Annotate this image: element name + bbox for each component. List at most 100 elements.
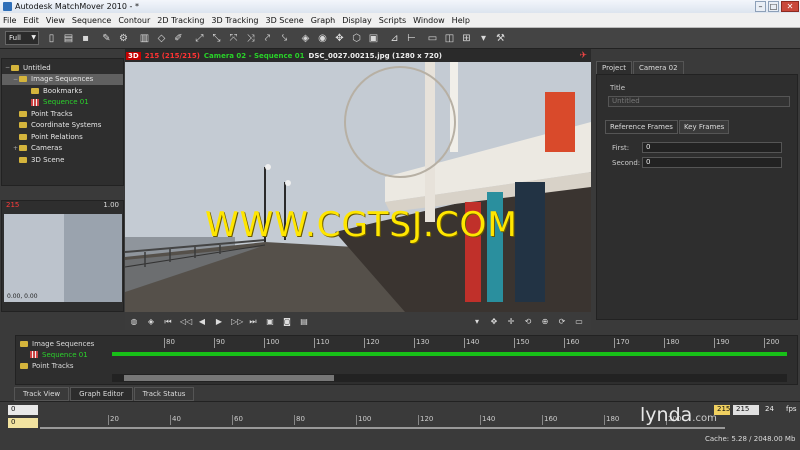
globe-icon[interactable]: ◍ [129,316,139,327]
tab-track-status[interactable]: Track Status [133,387,195,401]
menu-3d-scene[interactable]: 3D Scene [266,16,304,25]
menu-bar: File Edit View Sequence Contour 2D Track… [0,13,800,28]
capture-icon[interactable]: ▣ [265,316,275,327]
timeline-scrollbar[interactable] [112,374,787,382]
tab-project[interactable]: Project [596,61,632,74]
tree-item-point-relations[interactable]: Point Relations [2,131,123,143]
zoom-view-canvas[interactable]: 0.00, 0.00 [4,214,122,302]
range-bar[interactable] [40,427,725,429]
layout-split-icon[interactable]: ◫ [443,32,456,45]
tree-item-3d-scene[interactable]: 3D Scene [2,154,123,166]
timeline-item-point-tracks[interactable]: Point Tracks [16,360,109,371]
pencil-icon[interactable]: ✐ [172,32,185,45]
second-field[interactable]: 0 [642,157,782,168]
camera-view-icon[interactable]: ◈ [146,316,156,327]
close-button[interactable]: ✕ [781,1,799,12]
sequence-track-bar[interactable] [112,352,787,356]
pan-icon[interactable]: ✛ [506,316,516,327]
3d-badge[interactable]: 3D [126,51,141,60]
collapse-icon[interactable]: − [4,64,11,71]
timeline-item-image-sequences[interactable]: Image Sequences [16,338,109,349]
tree-item-cameras[interactable]: + Cameras [2,143,123,155]
tree-item-point-tracks[interactable]: Point Tracks [2,108,123,120]
tab-graph-editor[interactable]: Graph Editor [70,387,133,401]
layout-menu-icon[interactable]: ▾ [477,32,490,45]
wrench-icon[interactable]: ⚒ [494,32,507,45]
pin-icon[interactable]: ✈ [579,51,587,61]
refresh-icon[interactable]: ⟳ [557,316,567,327]
menu-display[interactable]: Display [342,16,372,25]
timeline-item-sequence-01[interactable]: Sequence 01 [16,349,109,360]
menu-file[interactable]: File [3,16,16,25]
solve-refine-icon[interactable]: ◉ [316,32,329,45]
play-back-icon[interactable]: ◀ [197,316,207,327]
menu-help[interactable]: Help [452,16,470,25]
fit-icon[interactable]: ▭ [574,316,584,327]
track-both-icon[interactable]: ⤧ [227,32,240,45]
track-forward-icon[interactable]: ⤢ [193,32,206,45]
ruler-icon[interactable]: ⊿ [388,32,401,45]
next-key-icon[interactable]: ▷▷ [231,316,243,327]
filmstrip-icon[interactable]: ▥ [138,32,151,45]
menu-edit[interactable]: Edit [23,16,39,25]
tree-item-sequence-01[interactable]: Sequence 01 [2,97,123,109]
track-extend-icon[interactable]: ⤤ [261,32,274,45]
zoom-icon[interactable]: ⊕ [540,316,550,327]
menu-scripts[interactable]: Scripts [379,16,406,25]
tree-item-coordinate-systems[interactable]: Coordinate Systems [2,120,123,132]
layout-quad-icon[interactable]: ⊞ [460,32,473,45]
first-field[interactable]: 0 [642,142,782,153]
tree-item-untitled[interactable]: − Untitled [2,62,123,74]
last-frame-icon[interactable]: ⏭ [248,316,258,327]
layout-single-icon[interactable]: ▭ [426,32,439,45]
menu-2d-tracking[interactable]: 2D Tracking [157,16,204,25]
maximize-button[interactable]: □ [768,1,779,12]
range-start-field[interactable]: 0 [8,405,38,415]
title-field[interactable]: Untitled [608,96,790,107]
move-icon[interactable]: ✥ [489,316,499,327]
prev-key-icon[interactable]: ◁◁ [180,316,192,327]
snapshot-icon[interactable]: ◙ [282,316,292,327]
play-icon[interactable]: ▶ [214,316,224,327]
new-file-icon[interactable]: ▯ [45,32,58,45]
first-frame-icon[interactable]: ⏮ [163,316,173,327]
track-backward-icon[interactable]: ⤡ [210,32,223,45]
current-frame-field[interactable]: 215 [733,405,759,415]
menu-graph[interactable]: Graph [311,16,336,25]
range-ruler[interactable]: 20 40 60 80 100 120 140 160 180 200 [40,415,725,427]
save-icon[interactable]: ▪ [79,32,92,45]
expand-icon[interactable]: + [12,145,19,152]
open-folder-icon[interactable]: ▤ [62,32,75,45]
track-refine-icon[interactable]: ⤥ [278,32,291,45]
menu-3d-tracking[interactable]: 3D Tracking [211,16,258,25]
dropdown-icon[interactable]: ▾ [472,316,482,327]
main-viewport[interactable]: WWW.CGTSJ.COM [125,62,591,312]
camera-solve-icon[interactable]: ⬡ [350,32,363,45]
rotate-icon[interactable]: ⟲ [523,316,533,327]
mode-select[interactable]: Full [5,31,39,45]
coordinate-icon[interactable]: ✥ [333,32,346,45]
view-icon[interactable]: ▤ [299,316,309,327]
menu-contour[interactable]: Contour [118,16,150,25]
solve-icon[interactable]: ◈ [299,32,312,45]
tree-item-image-sequences[interactable]: − Image Sequences [2,73,123,85]
eraser-icon[interactable]: ◇ [155,32,168,45]
timeline-scroll-thumb[interactable] [124,375,334,381]
tab-reference-frames[interactable]: Reference Frames [605,120,678,134]
tab-key-frames[interactable]: Key Frames [678,120,730,134]
range-start-field-2[interactable]: 0 [8,418,38,428]
fps-value[interactable]: 24 [762,405,782,415]
tool-icon[interactable]: ⚙ [117,32,130,45]
menu-window[interactable]: Window [413,16,445,25]
distance-icon[interactable]: ⊢ [405,32,418,45]
menu-view[interactable]: View [46,16,65,25]
collapse-icon[interactable]: − [12,76,19,83]
brush-icon[interactable]: ✎ [100,32,113,45]
cube-icon[interactable]: ▣ [367,32,380,45]
tree-item-bookmarks[interactable]: Bookmarks [2,85,123,97]
tab-track-view[interactable]: Track View [14,387,70,401]
menu-sequence[interactable]: Sequence [72,16,111,25]
track-point-icon[interactable]: ⤨ [244,32,257,45]
tab-camera-02[interactable]: Camera 02 [632,61,684,74]
minimize-button[interactable]: – [755,1,766,12]
